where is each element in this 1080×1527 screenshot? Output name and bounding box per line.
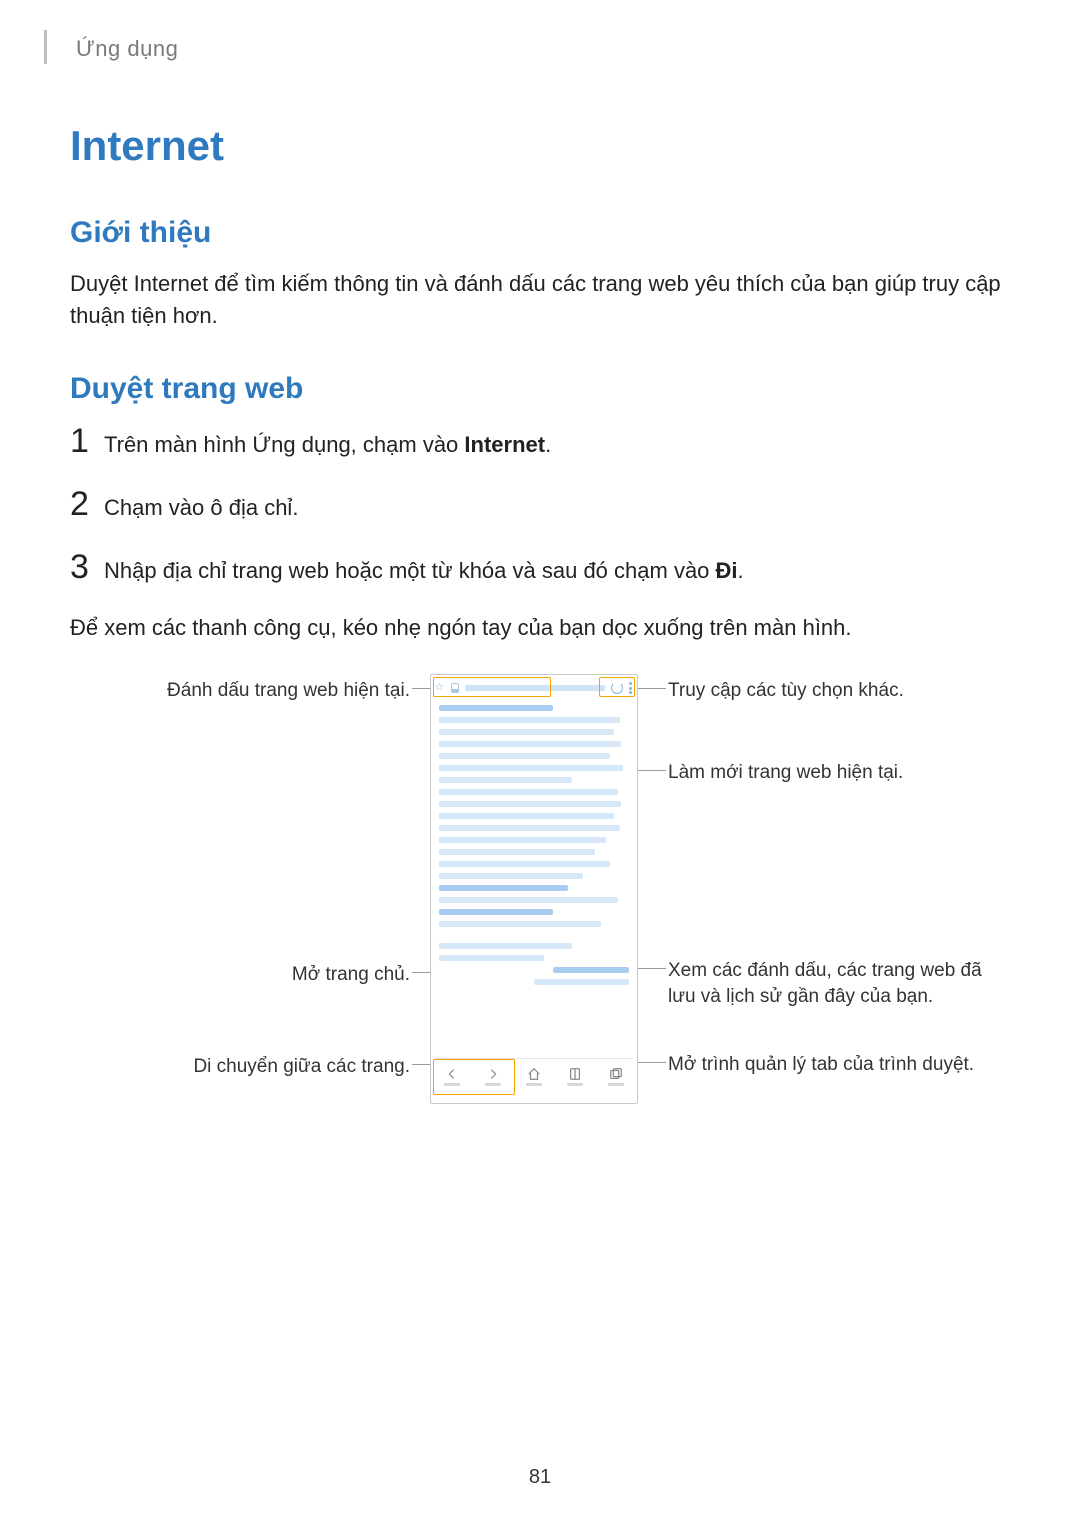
callout-navigate: Di chuyển giữa các trang. [70,1054,410,1080]
step-text: Trên màn hình Ứng dụng, chạm vào Interne… [104,429,551,461]
step-bold: Đi [716,558,738,583]
lead-line [636,688,666,689]
callout-view-bookmarks: Xem các đánh dấu, các trang web đã lưu v… [668,958,1008,1009]
intro-text: Duyệt Internet để tìm kiếm thông tin và … [70,268,1010,332]
nav-label-placeholder [526,1083,542,1086]
step-pre: Trên màn hình Ứng dụng, chạm vào [104,432,464,457]
tabs-icon [609,1067,623,1081]
url-placeholder [465,685,605,691]
step-post: . [545,432,551,457]
nav-label-placeholder [444,1083,460,1086]
header-rule [44,30,47,64]
breadcrumb: Ứng dụng [76,36,1010,62]
step-3: 3 Nhập địa chỉ trang web hoặc một từ khó… [70,550,1010,587]
step-post: . [738,558,744,583]
page-title: Internet [70,122,1010,170]
step-text: Chạm vào ô địa chỉ. [104,492,298,524]
home-icon [527,1067,541,1081]
bookmark-icon [568,1067,582,1081]
nav-tabs [608,1067,624,1086]
lock-icon [451,683,459,693]
document-page: Ứng dụng Internet Giới thiệu Duyệt Inter… [0,0,1080,1527]
nav-back [444,1067,460,1086]
address-bar: ☆ [435,679,633,697]
callout-options: Truy cập các tùy chọn khác. [668,678,998,704]
page-content-mock [439,705,629,1049]
nav-label-placeholder [485,1083,501,1086]
step-number: 2 [70,487,104,521]
star-icon: ☆ [435,683,445,693]
browse-heading: Duyệt trang web [70,372,1010,406]
callout-home: Mở trang chủ. [70,962,410,988]
lead-line [412,1064,432,1065]
nav-bookmarks [567,1067,583,1086]
more-icon [629,682,633,694]
browser-bottom-nav [431,1061,637,1091]
separator [435,1058,633,1059]
step-number: 3 [70,550,104,584]
browser-diagram: Đánh dấu trang web hiện tại. Mở trang ch… [70,674,1010,1104]
step-bold: Internet [464,432,545,457]
after-steps-text: Để xem các thanh công cụ, kéo nhẹ ngón t… [70,612,1010,644]
page-number: 81 [0,1466,1080,1489]
step-pre: Nhập địa chỉ trang web hoặc một từ khóa … [104,558,716,583]
nav-forward [485,1067,501,1086]
nav-label-placeholder [567,1083,583,1086]
step-number: 1 [70,424,104,458]
nav-home [526,1067,542,1086]
chevron-left-icon [445,1067,459,1081]
callout-tab-manager: Mở trình quản lý tab của trình duyệt. [668,1052,1008,1078]
step-2: 2 Chạm vào ô địa chỉ. [70,487,1010,524]
chevron-right-icon [486,1067,500,1081]
callout-refresh: Làm mới trang web hiện tại. [668,760,998,786]
nav-label-placeholder [608,1083,624,1086]
callout-bookmark: Đánh dấu trang web hiện tại. [70,678,410,704]
refresh-icon [611,682,623,694]
phone-mock: ☆ [430,674,638,1104]
step-text: Nhập địa chỉ trang web hoặc một từ khóa … [104,555,744,587]
lead-line [412,972,430,973]
step-1: 1 Trên màn hình Ứng dụng, chạm vào Inter… [70,424,1010,461]
browse-section: Duyệt trang web 1 Trên màn hình Ứng dụng… [70,372,1010,1105]
intro-heading: Giới thiệu [70,216,1010,250]
intro-section: Giới thiệu Duyệt Internet để tìm kiếm th… [70,216,1010,332]
